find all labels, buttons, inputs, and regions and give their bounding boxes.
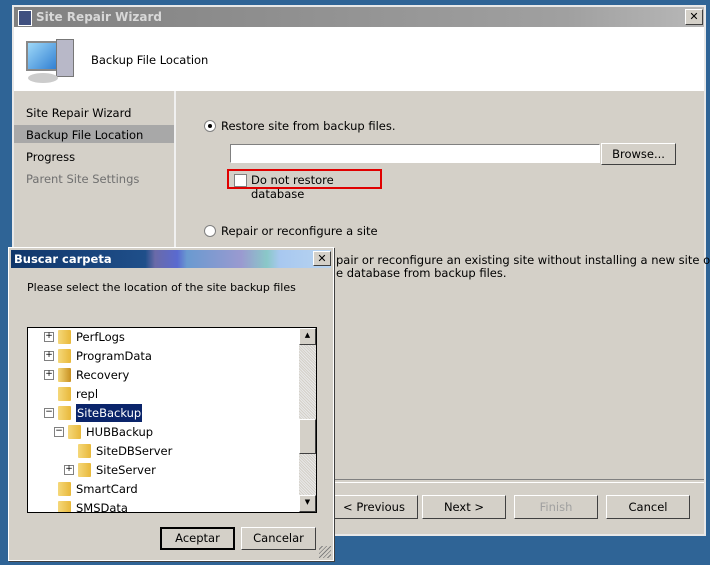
- cancel-button[interactable]: Cancel: [606, 495, 690, 519]
- expand-icon[interactable]: +: [44, 332, 54, 342]
- nav-parent-site-settings: Parent Site Settings: [26, 172, 140, 186]
- repair-label: Repair or reconfigure a site: [221, 224, 378, 238]
- header-title: Backup File Location: [91, 53, 209, 67]
- tree-item-label: SMSData: [76, 501, 128, 513]
- tree-scrollbar[interactable]: ▲ ▼: [299, 328, 316, 512]
- tree-item-label: SiteDBServer: [96, 444, 173, 458]
- scroll-down-button[interactable]: ▼: [299, 495, 316, 512]
- tree-item-label: SiteServer: [96, 463, 156, 477]
- no-restore-db-label: Do not restore database: [251, 173, 334, 201]
- expand-icon[interactable]: +: [44, 351, 54, 361]
- repair-radio[interactable]: [204, 225, 216, 237]
- next-button[interactable]: Next >: [422, 495, 506, 519]
- tree-item[interactable]: SmartCard: [44, 480, 138, 498]
- folder-icon: [78, 444, 91, 458]
- highlight-box: Do not restore database: [227, 169, 382, 201]
- folder-icon: [58, 482, 71, 496]
- folder-icon: [68, 425, 81, 439]
- tree-item-label: SmartCard: [76, 482, 138, 496]
- tree-item[interactable]: SiteDBServer: [64, 442, 172, 460]
- title-bar: Site Repair Wizard ✕: [14, 7, 704, 27]
- no-restore-db-checkbox[interactable]: [234, 174, 247, 187]
- tree-item[interactable]: + Recovery: [44, 366, 129, 384]
- tree-item-label: SiteBackup: [74, 403, 144, 423]
- expand-icon[interactable]: +: [64, 465, 74, 475]
- restore-label: Restore site from backup files.: [221, 119, 396, 133]
- folder-icon: [58, 387, 71, 401]
- close-button[interactable]: ✕: [685, 9, 703, 25]
- tree-item-label: repl: [76, 387, 99, 401]
- locked-folder-icon: [58, 368, 71, 382]
- tree-item[interactable]: − SiteBackup: [44, 403, 144, 423]
- restore-radio[interactable]: [204, 120, 216, 132]
- accept-button[interactable]: Aceptar: [160, 527, 235, 550]
- tree-item-label: PerfLogs: [76, 330, 125, 344]
- folder-icon: [58, 406, 71, 420]
- tree-item-label: HUBBackup: [86, 425, 154, 439]
- collapse-icon[interactable]: −: [44, 408, 54, 418]
- tree-item[interactable]: + ProgramData: [44, 347, 152, 365]
- resize-grip[interactable]: [319, 546, 331, 558]
- wizard-header: Backup File Location: [14, 27, 704, 91]
- cancel-dialog-button[interactable]: Cancelar: [241, 527, 316, 550]
- expand-icon[interactable]: +: [44, 370, 54, 380]
- finish-button: Finish: [514, 495, 598, 519]
- folder-icon: [58, 349, 71, 363]
- backup-path-input[interactable]: [230, 144, 600, 163]
- nav-backup-file-location[interactable]: Backup File Location: [26, 128, 143, 142]
- dialog-title-bar: Buscar carpeta ✕: [11, 250, 331, 268]
- repair-description-line2: e database from backup files.: [336, 266, 507, 280]
- app-icon: [18, 10, 32, 26]
- tree-item-label: Recovery: [76, 368, 130, 382]
- tree-item[interactable]: SMSData: [44, 499, 128, 513]
- previous-button[interactable]: < Previous: [330, 495, 418, 519]
- nav-site-repair-wizard[interactable]: Site Repair Wizard: [26, 106, 131, 120]
- tree-item[interactable]: repl: [44, 385, 98, 403]
- dialog-title: Buscar carpeta: [14, 252, 112, 266]
- dialog-close-button[interactable]: ✕: [313, 251, 331, 266]
- folder-icon: [58, 330, 71, 344]
- dialog-prompt: Please select the location of the site b…: [27, 281, 296, 294]
- nav-progress[interactable]: Progress: [26, 150, 75, 164]
- computer-icon: [26, 37, 74, 85]
- browse-button[interactable]: Browse...: [601, 143, 676, 165]
- folder-tree[interactable]: + PerfLogs + ProgramData + Recovery repl − SiteB…: [27, 327, 317, 513]
- scroll-thumb[interactable]: [299, 419, 316, 454]
- tree-item[interactable]: − HUBBackup: [54, 423, 153, 441]
- window-title: Site Repair Wizard: [36, 10, 163, 24]
- repair-description-line1: pair or reconfigure an existing site wit…: [336, 253, 710, 267]
- tree-item[interactable]: + PerfLogs: [44, 328, 125, 346]
- scroll-up-button[interactable]: ▲: [299, 328, 316, 345]
- collapse-icon[interactable]: −: [54, 427, 64, 437]
- folder-icon: [78, 463, 91, 477]
- tree-item-label: ProgramData: [76, 349, 152, 363]
- browse-folder-dialog: Buscar carpeta ✕ Please select the locat…: [8, 247, 334, 561]
- folder-icon: [58, 501, 71, 512]
- tree-item[interactable]: + SiteServer: [64, 461, 156, 479]
